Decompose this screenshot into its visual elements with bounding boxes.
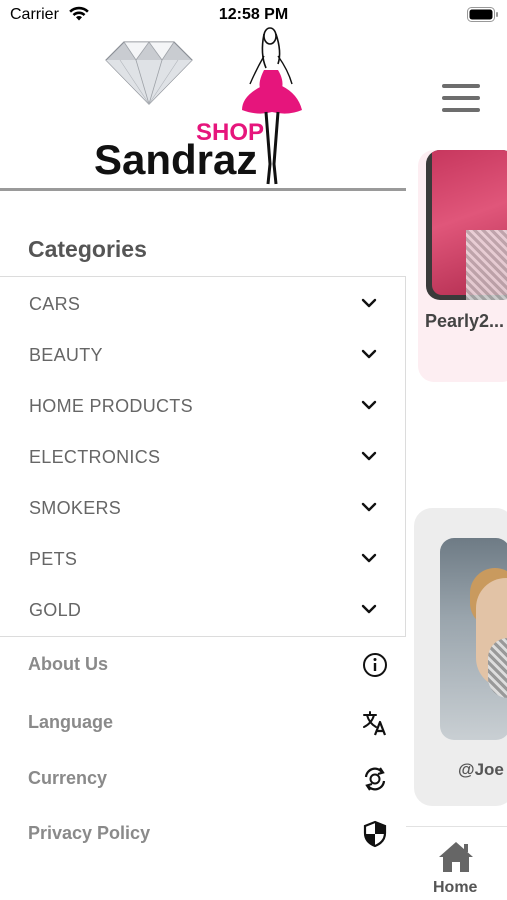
- category-label: SMOKERS: [29, 498, 122, 518]
- translate-icon: [363, 711, 387, 736]
- seller-handle: @Joe: [458, 760, 504, 779]
- info-icon: [363, 653, 387, 677]
- category-label: BEAUTY: [29, 345, 103, 365]
- currency-exchange-icon: [364, 767, 386, 791]
- home-icon[interactable]: [437, 840, 475, 874]
- menu-label: Language: [28, 712, 114, 732]
- product-image: [426, 150, 507, 300]
- categories-title: Categories: [28, 236, 147, 262]
- drawer-divider: [0, 188, 406, 191]
- chevron-down-icon[interactable]: [361, 604, 377, 615]
- category-label: HOME PRODUCTS: [29, 396, 193, 416]
- menu-label: Privacy Policy: [28, 823, 151, 843]
- product-title: Pearly2...: [425, 311, 505, 331]
- category-item-electronics[interactable]: ELECTRONICS: [0, 431, 405, 482]
- category-item-gold[interactable]: GOLD: [0, 584, 405, 635]
- chevron-down-icon[interactable]: [361, 502, 377, 513]
- sandraz-shop-logo: SHOP Sandraz: [94, 27, 302, 185]
- chevron-down-icon[interactable]: [361, 553, 377, 564]
- menu-label: Currency: [28, 768, 108, 788]
- chevron-down-icon[interactable]: [361, 400, 377, 411]
- category-item-beauty[interactable]: BEAUTY: [0, 329, 405, 380]
- battery-icon: [467, 7, 498, 22]
- seller-avatar: [440, 538, 507, 740]
- category-item-cars[interactable]: CARS: [0, 278, 405, 329]
- status-bar: Carrier 12:58 PM: [0, 0, 507, 30]
- category-item-pets[interactable]: PETS: [0, 533, 405, 584]
- category-label: GOLD: [29, 600, 82, 620]
- chevron-down-icon[interactable]: [361, 298, 377, 309]
- category-item-home-products[interactable]: HOME PRODUCTS: [0, 380, 405, 431]
- category-label: CARS: [29, 294, 81, 314]
- tab-home-label[interactable]: Home: [433, 879, 477, 897]
- status-time: 12:58 PM: [218, 6, 289, 23]
- category-list: CARS BEAUTY HOME PRODUCTS ELECTRONICS SM…: [0, 276, 406, 637]
- logo-text-sandraz: Sandraz: [94, 136, 257, 183]
- chevron-down-icon[interactable]: [361, 349, 377, 360]
- menu-item-about-us[interactable]: About Us: [0, 641, 406, 689]
- shield-icon: [363, 820, 387, 848]
- side-drawer: SHOP Sandraz Categories CARS BEAUTY HOME…: [0, 0, 406, 900]
- menu-item-currency[interactable]: Currency: [0, 755, 406, 803]
- chevron-down-icon[interactable]: [361, 451, 377, 462]
- menu-item-language[interactable]: Language: [0, 699, 406, 747]
- category-label: ELECTRONICS: [29, 447, 161, 467]
- category-item-smokers[interactable]: SMOKERS: [0, 482, 405, 533]
- menu-label: About Us: [28, 654, 108, 674]
- menu-item-privacy-policy[interactable]: Privacy Policy: [0, 810, 406, 858]
- diamond-graphic: [105, 41, 193, 105]
- hamburger-menu-icon[interactable]: [442, 84, 482, 112]
- category-label: PETS: [29, 549, 78, 569]
